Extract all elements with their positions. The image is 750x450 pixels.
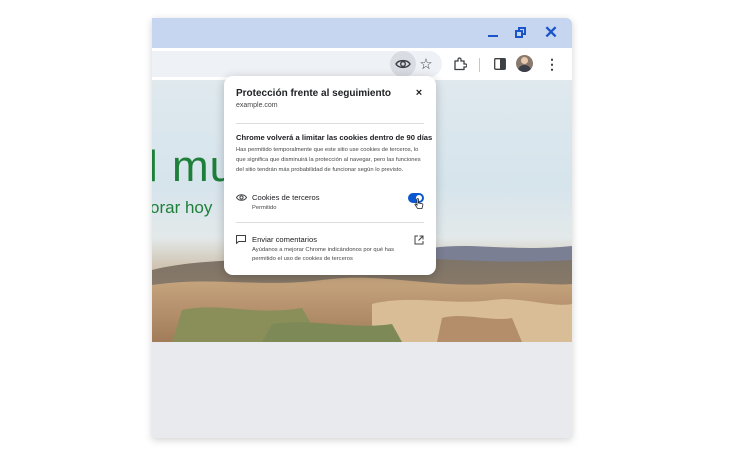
stage: ✕ ☆ ⋮ l mu orar hoy Protección frente al… bbox=[0, 0, 750, 450]
title-bar: ✕ bbox=[152, 18, 572, 48]
extension-icon[interactable] bbox=[450, 54, 470, 74]
tracking-protection-popup: Protección frente al seguimiento example… bbox=[224, 76, 436, 275]
minimize-icon[interactable] bbox=[484, 24, 502, 42]
feedback-icon bbox=[236, 235, 246, 244]
close-icon[interactable]: ✕ bbox=[542, 24, 560, 42]
page-subheadline: orar hoy bbox=[152, 198, 213, 217]
more-menu-icon[interactable]: ⋮ bbox=[542, 54, 562, 74]
popup-close-icon[interactable]: × bbox=[412, 86, 426, 100]
feedback-description: Ayúdanos a mejorar Chrome indicándonos p… bbox=[252, 247, 395, 262]
toolbar-separator bbox=[479, 58, 480, 72]
cookies-status: Permitido bbox=[252, 205, 277, 211]
third-party-cookies-row: Cookies de terceros Permitido bbox=[236, 192, 424, 216]
popup-title: Protección frente al seguimiento bbox=[236, 88, 392, 99]
send-feedback-row[interactable]: Enviar comentarios Ayúdanos a mejorar Ch… bbox=[236, 234, 424, 266]
eye-icon bbox=[236, 194, 247, 201]
eye-icon[interactable] bbox=[390, 51, 416, 77]
divider bbox=[236, 222, 424, 223]
restore-icon[interactable] bbox=[512, 24, 530, 42]
feedback-label: Enviar comentarios bbox=[252, 235, 317, 244]
page-headline: l mu bbox=[152, 142, 236, 191]
popup-body-text: Has permitido temporalmente que este sit… bbox=[236, 147, 421, 173]
cookies-label: Cookies de terceros bbox=[252, 193, 320, 202]
hand-cursor-icon bbox=[414, 198, 424, 209]
side-panel-icon[interactable] bbox=[490, 54, 510, 74]
popup-site: example.com bbox=[236, 102, 278, 109]
star-icon[interactable]: ☆ bbox=[416, 54, 436, 74]
open-in-new-icon[interactable] bbox=[414, 235, 424, 245]
popup-heading: Chrome volverá a limitar las cookies den… bbox=[236, 133, 433, 142]
avatar[interactable] bbox=[516, 55, 533, 72]
page-lower-area bbox=[152, 342, 572, 438]
divider bbox=[236, 123, 424, 124]
